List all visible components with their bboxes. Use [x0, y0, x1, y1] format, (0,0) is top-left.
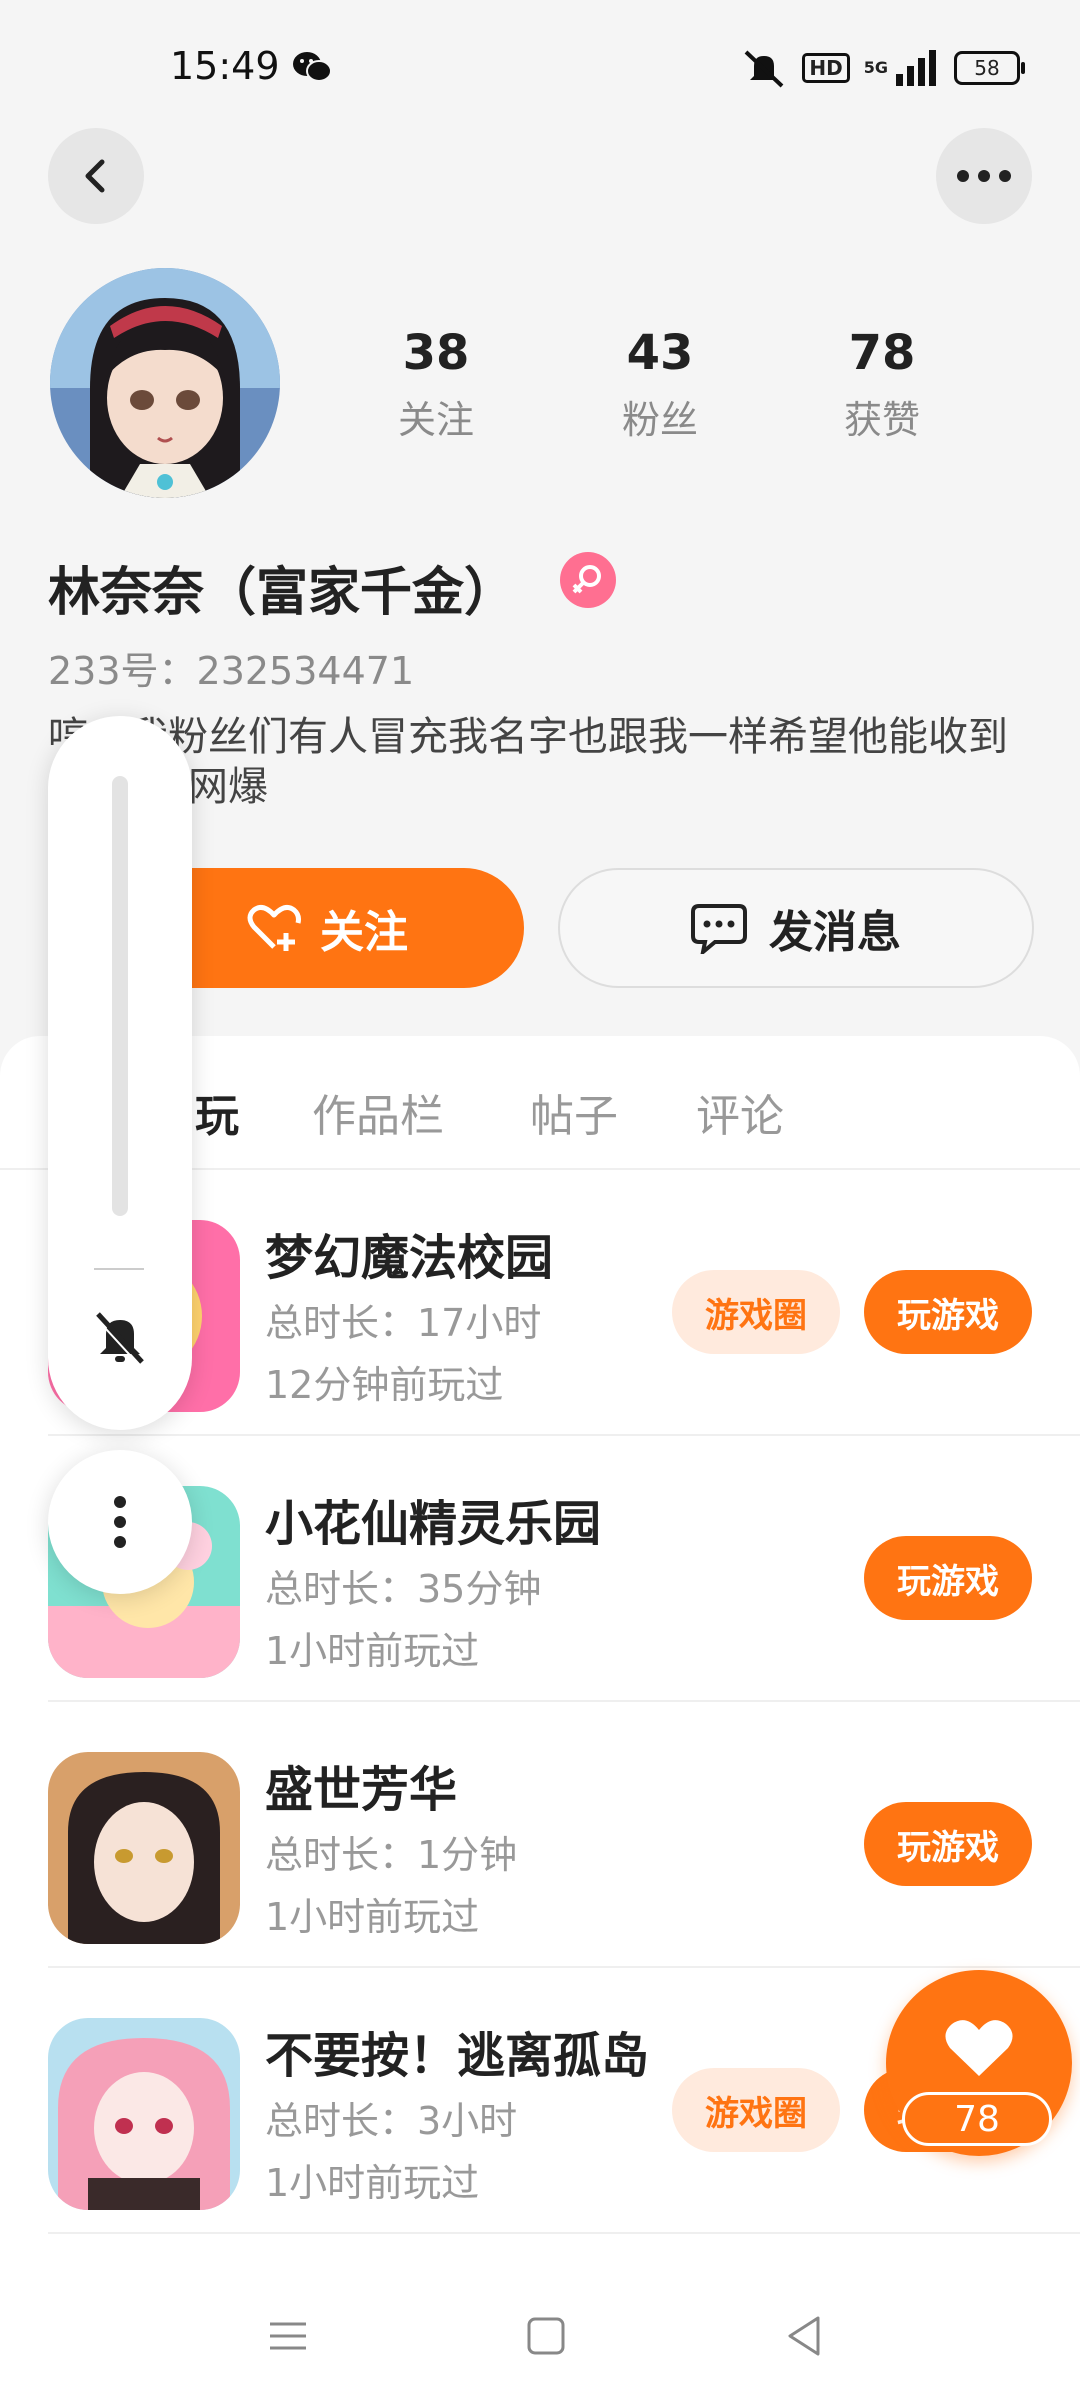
divider [94, 1268, 144, 1270]
message-button[interactable]: 发消息 [558, 868, 1034, 988]
stat-likes-label: 获赞 [843, 398, 920, 442]
more-button[interactable] [936, 128, 1032, 224]
stat-followers-value: 43 [626, 325, 694, 381]
battery-level: 58 [974, 56, 1000, 80]
stat-followers-label: 粉丝 [621, 398, 698, 442]
game-circle-button[interactable]: 游戏圈 [672, 2068, 840, 2152]
play-game-button[interactable]: 玩游戏 [864, 1536, 1032, 1620]
like-fab[interactable]: 78 [886, 1970, 1072, 2156]
game-circle-button[interactable]: 游戏圈 [672, 1270, 840, 1354]
stat-likes-value: 78 [848, 325, 916, 381]
back-button[interactable] [48, 128, 144, 224]
hd-badge: HD [802, 53, 850, 83]
user-id: 233号：232534471 [48, 649, 415, 693]
play-game-button[interactable]: 玩游戏 [864, 1802, 1032, 1886]
back-triangle-icon[interactable] [774, 2306, 834, 2366]
network-type: 5G [863, 58, 888, 77]
profile-name: 林奈奈（富家千金） [48, 563, 517, 623]
tab-comments[interactable]: 评论 [696, 1080, 784, 1144]
like-count: 78 [902, 2092, 1052, 2146]
game-duration: 总时长：17小时 [265, 1301, 542, 1345]
play-game-button[interactable]: 玩游戏 [864, 1270, 1032, 1354]
game-title: 小花仙精灵乐园 [265, 1496, 602, 1552]
tab-play[interactable]: 玩 [195, 1080, 239, 1144]
battery-icon: 58 [954, 51, 1025, 85]
stat-following[interactable]: 38 关注 [366, 325, 506, 444]
game-last-played: 1小时前玩过 [265, 1629, 480, 1673]
bell-off-icon[interactable] [90, 1306, 150, 1366]
avatar-image [50, 268, 280, 498]
mute-icon [745, 50, 784, 88]
stat-likes[interactable]: 78 获赞 [812, 325, 952, 444]
home-icon[interactable] [516, 2306, 576, 2366]
follow-label: 关注 [320, 907, 408, 958]
status-time: 15:49 [170, 44, 280, 88]
game-duration: 总时长：1分钟 [265, 1833, 518, 1877]
game-duration: 总时长：35分钟 [265, 1567, 542, 1611]
game-last-played: 1小时前玩过 [265, 1895, 480, 1939]
status-bar: 15:49 HD 5G 58 [0, 0, 1080, 140]
game-row[interactable]: 盛世芳华 总时长：1分钟 1小时前玩过 玩游戏 [0, 1702, 1080, 1968]
game-title: 不要按！逃离孤岛 [265, 2028, 650, 2084]
stat-following-value: 38 [402, 325, 470, 381]
heart-plus-icon [247, 904, 301, 951]
signal-icon [896, 50, 936, 86]
more-horizontal-icon [957, 170, 1011, 182]
heart-icon [945, 2020, 1013, 2076]
game-last-played: 12分钟前玩过 [265, 1363, 504, 1407]
female-gender-icon [560, 552, 616, 608]
divider [48, 2232, 1080, 2234]
tab-works[interactable]: 作品栏 [312, 1080, 444, 1144]
volume-more-button[interactable] [48, 1450, 192, 1594]
stat-followers[interactable]: 43 粉丝 [590, 325, 730, 444]
volume-slider[interactable] [112, 776, 128, 1216]
wechat-icon [293, 52, 332, 82]
more-vertical-icon [114, 1496, 126, 1548]
game-title: 梦幻魔法校园 [265, 1230, 554, 1286]
game-last-played: 1小时前玩过 [265, 2161, 480, 2205]
menu-icon[interactable] [258, 2306, 318, 2366]
game-icon [48, 1752, 240, 1944]
stat-following-label: 关注 [397, 398, 474, 442]
game-icon [48, 2018, 240, 2210]
avatar[interactable] [50, 268, 280, 498]
game-title: 盛世芳华 [265, 1762, 458, 1818]
chat-bubble-icon [691, 904, 747, 954]
tab-posts[interactable]: 帖子 [530, 1080, 618, 1144]
profile-bio: 哼，我粉丝们有人冒充我名字也跟我一样希望他能收到 网爆 [48, 712, 1038, 812]
bio-line: 网爆 [188, 764, 268, 810]
system-nav-bar [0, 2270, 1080, 2400]
game-duration: 总时长：3小时 [265, 2099, 518, 2143]
bio-line: 哼，我粉丝们有人冒充我名字也跟我一样希望他能收到 [48, 714, 1008, 760]
volume-panel [48, 716, 192, 1430]
message-label: 发消息 [769, 907, 901, 958]
chevron-left-icon [85, 159, 105, 193]
